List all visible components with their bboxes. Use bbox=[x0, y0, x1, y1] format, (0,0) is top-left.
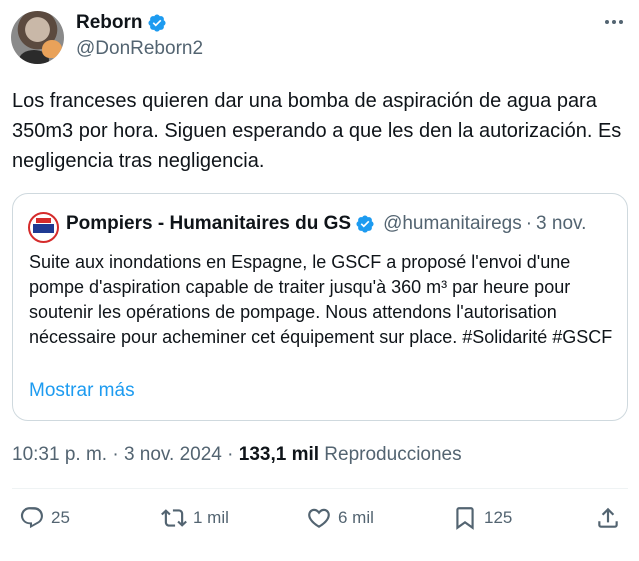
author-avatar[interactable] bbox=[11, 11, 64, 64]
reply-count: 25 bbox=[51, 508, 70, 527]
verified-badge-icon bbox=[356, 215, 374, 233]
tweet-date[interactable]: 3 nov. 2024 bbox=[124, 444, 222, 465]
author-name[interactable]: Reborn bbox=[76, 12, 143, 34]
retweet-icon bbox=[161, 509, 187, 527]
quoted-date[interactable]: 3 nov. bbox=[536, 213, 586, 235]
more-dots-icon[interactable] bbox=[603, 14, 625, 30]
quoted-tweet[interactable]: Pompiers - Humanitaires du GS @humanitai… bbox=[12, 193, 628, 421]
bookmark-button[interactable]: 125 bbox=[452, 505, 512, 531]
meta-separator: · bbox=[221, 444, 239, 465]
quoted-author-handle[interactable]: @humanitairegs bbox=[383, 213, 522, 235]
quoted-separator: · bbox=[525, 213, 533, 234]
action-bar: 25 1 mil 6 mil 125 bbox=[0, 505, 639, 539]
quoted-author-name[interactable]: Pompiers - Humanitaires du GS bbox=[66, 213, 351, 235]
share-button[interactable] bbox=[595, 505, 621, 531]
bookmark-icon bbox=[456, 507, 474, 530]
author-handle[interactable]: @DonReborn2 bbox=[76, 38, 203, 60]
bookmark-count: 125 bbox=[484, 508, 513, 527]
tweet-text: Los franceses quieren dar una bomba de a… bbox=[12, 90, 627, 172]
like-button[interactable]: 6 mil bbox=[306, 505, 374, 531]
reply-button[interactable]: 25 bbox=[19, 505, 70, 531]
cat-shape bbox=[42, 40, 62, 58]
views-count: 133,1 mil bbox=[238, 444, 320, 465]
author-name-row[interactable]: Reborn bbox=[76, 12, 167, 34]
retweet-button[interactable]: 1 mil bbox=[161, 505, 229, 531]
quoted-author-avatar[interactable] bbox=[28, 212, 59, 243]
like-count: 6 mil bbox=[338, 508, 374, 527]
divider bbox=[12, 488, 628, 489]
tweet-time[interactable]: 10:31 p. m. bbox=[12, 444, 107, 465]
heart-icon bbox=[308, 508, 330, 528]
share-icon bbox=[598, 507, 618, 528]
quoted-tweet-header: Pompiers - Humanitaires du GS @humanitai… bbox=[66, 213, 621, 235]
reply-icon bbox=[20, 507, 43, 529]
show-more-link[interactable]: Mostrar más bbox=[29, 380, 135, 402]
tweet-metadata: 10:31 p. m. · 3 nov. 2024 · 133,1 mil Re… bbox=[12, 444, 462, 466]
meta-separator: · bbox=[107, 444, 124, 465]
verified-badge-icon bbox=[147, 14, 166, 32]
retweet-count: 1 mil bbox=[193, 508, 229, 527]
views-label: Reproducciones bbox=[319, 444, 462, 465]
quoted-tweet-text: Suite aux inondations en Espagne, le GSC… bbox=[29, 252, 613, 347]
